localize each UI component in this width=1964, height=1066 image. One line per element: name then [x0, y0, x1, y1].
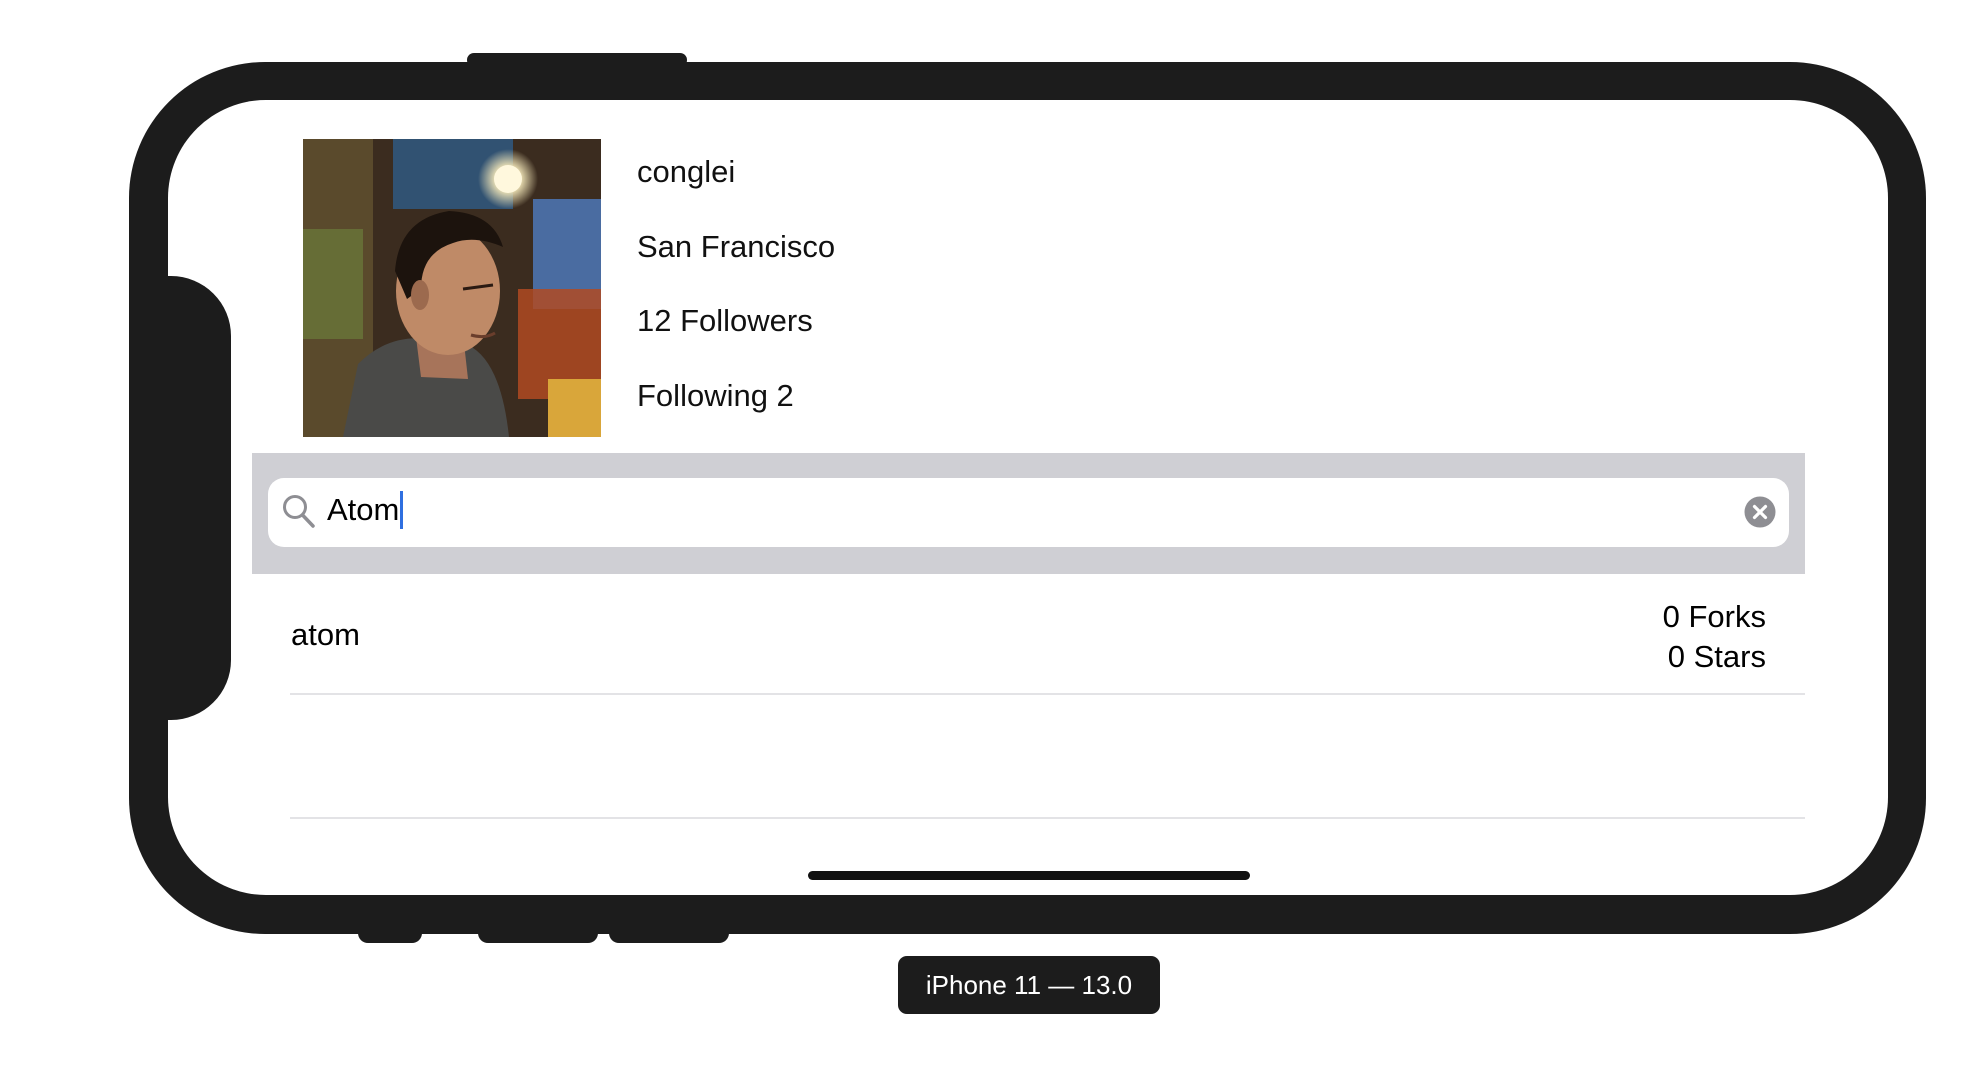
search-input[interactable]: [268, 478, 1789, 547]
search-icon: [282, 494, 316, 530]
text-caret: [400, 491, 404, 529]
device-notch: [129, 276, 231, 720]
profile-followers: 12 Followers: [637, 303, 813, 338]
row-separator: [290, 817, 1805, 819]
simulator-device-label: iPhone 11 — 13.0: [898, 956, 1160, 1014]
row-separator: [290, 693, 1805, 695]
home-indicator[interactable]: [808, 871, 1250, 880]
profile-username: conglei: [637, 154, 736, 189]
search-input-value: Atom: [327, 492, 400, 527]
profile-location: San Francisco: [637, 229, 836, 264]
profile-following: Following 2: [637, 378, 794, 413]
clear-search-icon[interactable]: [1744, 496, 1776, 528]
repo-forks: 0 Forks: [1662, 599, 1766, 634]
repo-name: atom: [291, 617, 360, 652]
repo-stats: 0 Forks 0 Stars: [1663, 597, 1766, 677]
avatar-image: [303, 139, 601, 437]
search-input-text[interactable]: Atom: [327, 491, 404, 529]
repo-stars: 0 Stars: [1667, 639, 1766, 674]
